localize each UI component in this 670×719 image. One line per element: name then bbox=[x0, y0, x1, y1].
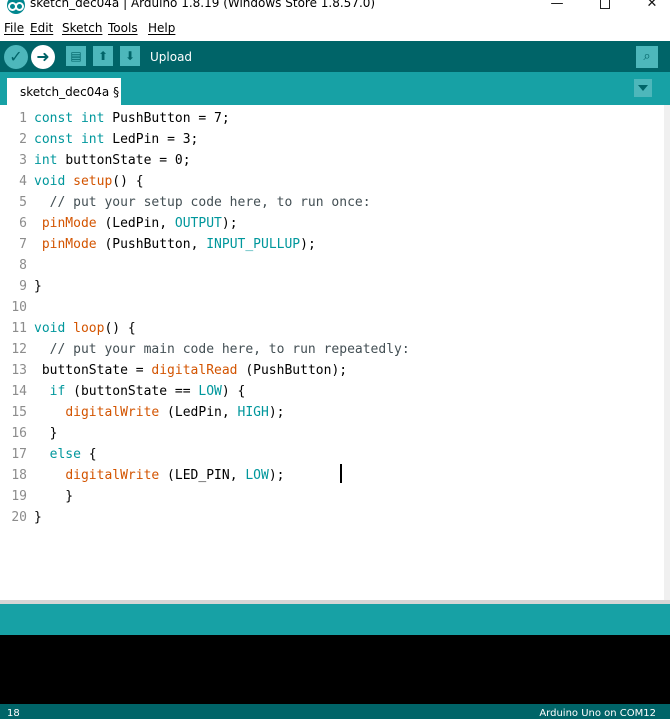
check-icon: ✓ bbox=[9, 47, 23, 66]
code-text[interactable]: // put your setup code here, to run once… bbox=[34, 192, 371, 213]
code-line[interactable]: 1 const int PushButton = 7; bbox=[0, 108, 660, 129]
code-text[interactable]: if (buttonState == LOW) { bbox=[34, 381, 246, 402]
arrow-right-icon: ➜ bbox=[36, 47, 50, 66]
toolbar: ✓ ➜ ▤ ⬆ ⬇ Upload ⌕ bbox=[0, 41, 670, 72]
code-line[interactable]: 2 const int LedPin = 3; bbox=[0, 129, 660, 150]
title-bar: sketch_dec04a | Arduino 1.8.19 (Windows … bbox=[0, 0, 670, 16]
line-number: 14 bbox=[11, 384, 27, 399]
code-text[interactable]: } bbox=[34, 486, 73, 507]
line-number: 4 bbox=[19, 174, 27, 189]
menu-edit[interactable]: Edit bbox=[30, 21, 53, 35]
line-number: 7 bbox=[19, 237, 27, 252]
status-bar: 18 Arduino Uno on COM12 bbox=[0, 704, 670, 719]
code-text[interactable]: pinMode (LedPin, OUTPUT); bbox=[34, 213, 238, 234]
code-text[interactable]: buttonState = digitalRead (PushButton); bbox=[34, 360, 347, 381]
code-editor[interactable]: 1 const int PushButton = 7; 2 const int Led… bbox=[0, 105, 670, 600]
line-number: 11 bbox=[11, 321, 27, 336]
code-line[interactable]: 14 if (buttonState == LOW) { bbox=[0, 381, 660, 402]
tab-sketch[interactable]: sketch_dec04a § bbox=[7, 78, 121, 105]
tab-strip: sketch_dec04a § bbox=[0, 72, 670, 105]
menu-bar: File Edit Sketch Tools Help bbox=[0, 18, 670, 38]
line-number: 18 bbox=[11, 468, 27, 483]
code-text[interactable]: pinMode (PushButton, INPUT_PULLUP); bbox=[34, 234, 316, 255]
code-text[interactable]: // put your main code here, to run repea… bbox=[34, 339, 410, 360]
verify-button[interactable]: ✓ bbox=[4, 45, 28, 69]
new-file-icon: ▤ bbox=[70, 49, 82, 63]
line-number: 6 bbox=[19, 216, 27, 231]
maximize-icon bbox=[600, 0, 610, 9]
status-line-number: 18 bbox=[7, 708, 20, 719]
magnifier-icon: ⌕ bbox=[643, 49, 651, 64]
open-sketch-button[interactable]: ⬆ bbox=[93, 46, 113, 66]
code-line[interactable]: 11 void loop() { bbox=[0, 318, 660, 339]
code-line[interactable]: 20} bbox=[0, 507, 660, 528]
maximize-button[interactable] bbox=[595, 0, 615, 15]
save-sketch-button[interactable]: ⬇ bbox=[120, 46, 140, 66]
console-output[interactable] bbox=[0, 635, 670, 704]
line-number: 20 bbox=[11, 510, 27, 525]
code-line[interactable]: 16 } bbox=[0, 423, 660, 444]
code-line[interactable]: 19 } bbox=[0, 486, 660, 507]
code-line[interactable]: 7 pinMode (PushButton, INPUT_PULLUP); bbox=[0, 234, 660, 255]
code-line[interactable]: 5 // put your setup code here, to run on… bbox=[0, 192, 660, 213]
toolbar-hover-label: Upload bbox=[150, 50, 193, 64]
text-cursor bbox=[340, 464, 342, 483]
line-number: 1 bbox=[19, 111, 27, 126]
arrow-down-icon: ⬇ bbox=[124, 49, 136, 63]
line-number: 5 bbox=[19, 195, 27, 210]
menu-sketch[interactable]: Sketch bbox=[62, 21, 102, 35]
code-text[interactable]: void setup() { bbox=[34, 171, 144, 192]
menu-help[interactable]: Help bbox=[148, 21, 175, 35]
minimize-button[interactable]: — bbox=[547, 0, 567, 15]
tab-label: sketch_dec04a § bbox=[20, 85, 120, 99]
line-number: 10 bbox=[11, 300, 27, 315]
line-number: 15 bbox=[11, 405, 27, 420]
line-number: 13 bbox=[11, 363, 27, 378]
code-line[interactable]: 3 int buttonState = 0; bbox=[0, 150, 660, 171]
code-line[interactable]: 10 bbox=[0, 297, 660, 318]
line-number: 2 bbox=[19, 132, 27, 147]
code-line[interactable]: 4 void setup() { bbox=[0, 171, 660, 192]
tab-menu-button[interactable] bbox=[634, 79, 652, 97]
code-text[interactable]: const int LedPin = 3; bbox=[34, 129, 198, 150]
menu-file[interactable]: File bbox=[4, 21, 24, 35]
code-line[interactable]: 13 buttonState = digitalRead (PushButton… bbox=[0, 360, 660, 381]
code-text[interactable]: digitalWrite (LedPin, HIGH); bbox=[34, 402, 284, 423]
code-text[interactable]: else { bbox=[34, 444, 97, 465]
arrow-up-icon: ⬆ bbox=[97, 49, 109, 63]
serial-monitor-button[interactable]: ⌕ bbox=[636, 46, 658, 68]
line-number: 17 bbox=[11, 447, 27, 462]
code-line[interactable]: 18 digitalWrite (LED_PIN, LOW); bbox=[0, 465, 660, 486]
line-number: 16 bbox=[11, 426, 27, 441]
code-line[interactable]: 9} bbox=[0, 276, 660, 297]
line-number: 9 bbox=[19, 279, 27, 294]
arduino-logo-icon bbox=[7, 0, 25, 14]
line-number: 12 bbox=[11, 342, 27, 357]
status-board-port: Arduino Uno on COM12 bbox=[539, 708, 656, 719]
code-text[interactable]: const int PushButton = 7; bbox=[34, 108, 230, 129]
code-line[interactable]: 12 // put your main code here, to run re… bbox=[0, 339, 660, 360]
message-bar bbox=[0, 604, 670, 635]
close-button[interactable]: ✕ bbox=[642, 0, 662, 15]
code-text[interactable]: } bbox=[34, 423, 58, 444]
line-number: 3 bbox=[19, 153, 27, 168]
code-line[interactable]: 8 bbox=[0, 255, 660, 276]
code-line[interactable]: 6 pinMode (LedPin, OUTPUT); bbox=[0, 213, 660, 234]
window-title: sketch_dec04a | Arduino 1.8.19 (Windows … bbox=[30, 0, 376, 10]
new-sketch-button[interactable]: ▤ bbox=[66, 46, 86, 66]
line-number: 8 bbox=[19, 258, 27, 273]
code-text[interactable]: void loop() { bbox=[34, 318, 136, 339]
code-line[interactable]: 17 else { bbox=[0, 444, 660, 465]
upload-button[interactable]: ➜ bbox=[31, 45, 55, 69]
code-text[interactable]: } bbox=[34, 507, 42, 528]
code-line[interactable]: 15 digitalWrite (LedPin, HIGH); bbox=[0, 402, 660, 423]
editor-scrollbar[interactable] bbox=[664, 105, 670, 600]
code-text[interactable]: } bbox=[34, 276, 42, 297]
menu-tools[interactable]: Tools bbox=[108, 21, 138, 35]
line-number: 19 bbox=[11, 489, 27, 504]
code-text[interactable]: digitalWrite (LED_PIN, LOW); bbox=[34, 465, 284, 486]
code-text[interactable]: int buttonState = 0; bbox=[34, 150, 191, 171]
